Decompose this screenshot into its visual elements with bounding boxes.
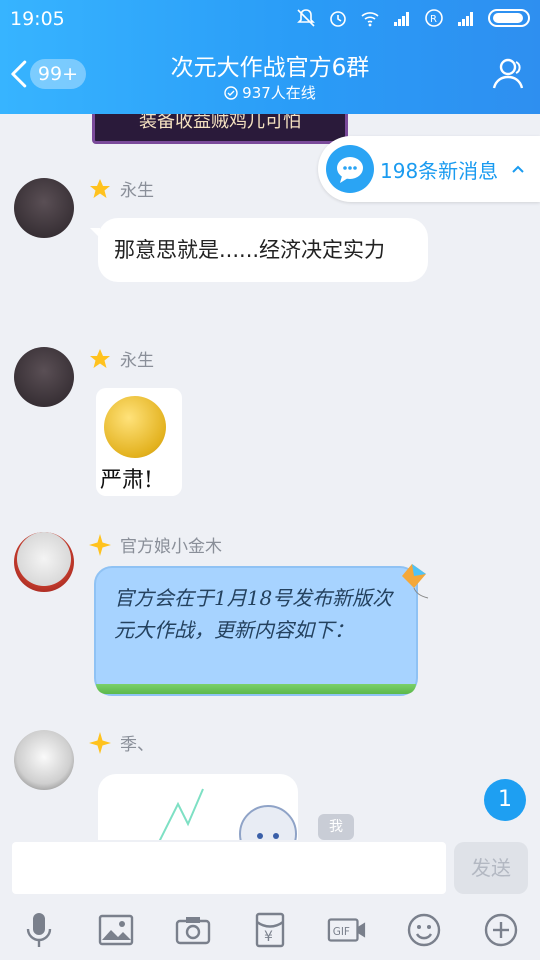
new-messages-label: 198条新消息 <box>380 158 499 183</box>
avatar[interactable] <box>14 532 74 592</box>
avatar[interactable] <box>14 178 74 238</box>
avatar[interactable] <box>14 730 74 790</box>
header: 19:05 R 99+ 次元大作战官方6群 937人在线 <box>0 0 540 114</box>
red-packet-icon: ¥ <box>255 912 285 948</box>
sticker-message[interactable]: 严肃! <box>96 388 182 496</box>
roaming-icon: R <box>425 9 443 27</box>
gif-icon: GIF <box>327 918 366 942</box>
emoji-button[interactable] <box>404 910 444 950</box>
anime-image <box>158 788 297 840</box>
online-icon <box>224 85 238 100</box>
banner-image: 装备收益贼鸡儿可怕 <box>92 114 348 144</box>
mute-bell-icon <box>297 9 315 27</box>
plus-icon <box>485 913 518 947</box>
grass-decoration <box>96 684 416 694</box>
message-bubble[interactable]: 官方会在于1月18号发布新版次元大作战，更新内容如下： <box>94 566 418 696</box>
status-icons: R <box>296 8 530 28</box>
image-icon <box>98 914 133 946</box>
banner-image-text: 装备收益贼鸡儿可怕 <box>139 114 301 132</box>
camera-button[interactable] <box>173 910 213 950</box>
gif-button[interactable]: GIF <box>327 910 367 950</box>
message-bubble[interactable]: 那意思就是......经济决定实力 <box>90 218 428 282</box>
sender-line: 季、 <box>88 730 154 755</box>
sender-line: 官方娘小金木 <box>88 532 222 557</box>
composer: 发送 <box>0 840 540 900</box>
sender-name: 永生 <box>120 351 154 371</box>
signal-icon-2 <box>458 12 473 26</box>
svg-text:GIF: GIF <box>333 926 350 938</box>
signal-icon <box>394 12 409 26</box>
avatar[interactable] <box>14 347 74 407</box>
wifi-icon <box>361 12 379 27</box>
alarm-icon <box>330 11 346 27</box>
sender-line: 永生 <box>88 346 154 371</box>
sender-line: 永生 <box>88 176 154 201</box>
sparkle-icon <box>89 731 111 754</box>
status-time: 19:05 <box>10 8 65 30</box>
image-button[interactable] <box>96 910 136 950</box>
composer-toolbar: ¥ GIF <box>0 900 540 960</box>
sender-name: 季、 <box>120 735 154 755</box>
chat-area[interactable]: 装备收益贼鸡儿可怕 198条新消息 永生 那意思就是......经济决定实力 永… <box>0 114 540 840</box>
online-count: 937人在线 <box>0 82 540 103</box>
me-label: 我 <box>318 814 354 840</box>
kite-icon <box>402 564 429 599</box>
group-members-icon[interactable] <box>488 54 528 94</box>
message-text: 官方会在于1月18号发布新版次元大作战，更新内容如下： <box>114 586 393 642</box>
smiley-sticker-icon <box>104 396 166 458</box>
chat-bubble-icon <box>326 145 374 193</box>
camera-icon <box>175 917 211 945</box>
sender-name: 官方娘小金木 <box>120 537 222 557</box>
status-bar: 19:05 R <box>0 0 540 38</box>
new-messages-pill[interactable]: 198条新消息 <box>318 136 540 202</box>
microphone-button[interactable] <box>19 910 59 950</box>
sender-name: 永生 <box>120 181 154 201</box>
send-button[interactable]: 发送 <box>454 842 528 894</box>
message-text: 那意思就是......经济决定实力 <box>114 238 386 262</box>
page-title: 次元大作战官方6群 <box>170 55 370 81</box>
red-packet-button[interactable]: ¥ <box>250 910 290 950</box>
star-icon <box>90 348 110 368</box>
message-input[interactable] <box>12 842 446 894</box>
emoji-icon <box>408 913 441 947</box>
online-count-label: 937人在线 <box>242 84 316 102</box>
svg-text:¥: ¥ <box>264 929 273 945</box>
star-icon <box>90 178 110 198</box>
unread-count-badge[interactable]: 1 <box>484 779 526 821</box>
battery-icon <box>488 9 530 27</box>
nav-bar: 99+ 次元大作战官方6群 937人在线 <box>0 38 540 114</box>
sticker-text: 严肃! <box>100 468 153 493</box>
microphone-icon <box>26 913 51 947</box>
sparkle-icon <box>89 533 111 556</box>
chevron-up-icon <box>512 165 524 173</box>
image-message[interactable] <box>98 774 298 840</box>
svg-text:R: R <box>430 14 437 25</box>
plus-button[interactable] <box>481 910 521 950</box>
